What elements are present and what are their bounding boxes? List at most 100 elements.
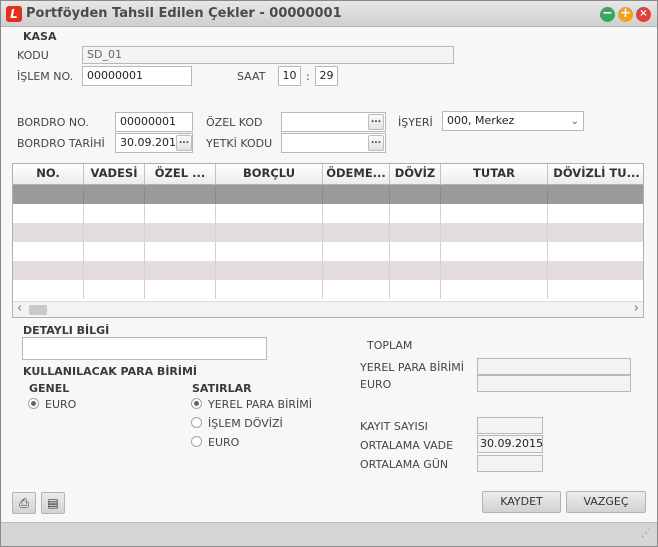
isyeri-select[interactable]: 000, Merkez ⌄: [442, 111, 584, 131]
saat-hour-field[interactable]: 10: [278, 66, 301, 86]
table-cell[interactable]: [145, 204, 216, 223]
table-cell[interactable]: [548, 185, 643, 204]
table-cell[interactable]: [548, 223, 643, 242]
genel-euro-label: EURO: [45, 398, 77, 411]
table-cell[interactable]: [84, 185, 145, 204]
table-cell[interactable]: [323, 261, 390, 280]
table-row[interactable]: [13, 204, 643, 223]
yetki-kodu-lookup-button[interactable]: ...: [368, 135, 384, 151]
table-cell[interactable]: [216, 185, 323, 204]
satirlar-euro-radio[interactable]: [191, 436, 202, 447]
table-cell[interactable]: [323, 280, 390, 299]
table-cell[interactable]: [13, 280, 84, 299]
table-cell[interactable]: [323, 204, 390, 223]
table-cell[interactable]: [145, 261, 216, 280]
isyeri-label: İŞYERİ: [398, 116, 433, 129]
table-cell[interactable]: [390, 204, 441, 223]
table-cell[interactable]: [441, 223, 548, 242]
table-cell[interactable]: [390, 261, 441, 280]
column-header-vadesi[interactable]: VADESİ: [84, 164, 145, 185]
table-cell[interactable]: [216, 242, 323, 261]
close-icon[interactable]: ×: [636, 7, 651, 22]
saat-separator: :: [306, 70, 310, 83]
table-cell[interactable]: [323, 223, 390, 242]
column-header-ozel[interactable]: ÖZEL ...: [145, 164, 216, 185]
maximize-icon[interactable]: +: [618, 7, 633, 22]
islem-no-label: İŞLEM NO.: [17, 70, 74, 83]
yetki-kodu-label: YETKİ KODU: [206, 137, 273, 150]
table-cell[interactable]: [145, 223, 216, 242]
saat-minute-field[interactable]: 29: [315, 66, 338, 86]
islem-no-field[interactable]: 00000001: [82, 66, 192, 86]
scrollbar-thumb[interactable]: [29, 305, 47, 315]
satirlar-islem-radio[interactable]: [191, 417, 202, 428]
kaydet-button[interactable]: KAYDET: [482, 491, 561, 513]
genel-euro-radio[interactable]: [28, 398, 39, 409]
para-birimi-title: KULLANILACAK PARA BİRİMİ: [23, 365, 198, 378]
table-cell[interactable]: [441, 185, 548, 204]
table-cell[interactable]: [13, 204, 84, 223]
scroll-left-icon[interactable]: ‹: [17, 302, 22, 316]
scroll-right-icon[interactable]: ›: [634, 302, 639, 316]
table-cell[interactable]: [390, 280, 441, 299]
bordro-no-field[interactable]: 00000001: [115, 112, 193, 132]
column-header-no[interactable]: NO.: [13, 164, 84, 185]
table-cell[interactable]: [13, 242, 84, 261]
cheques-grid[interactable]: NO. VADESİ ÖZEL ... BORÇLU ÖDEME... DÖVİ…: [12, 163, 644, 318]
table-cell[interactable]: [390, 185, 441, 204]
table-row[interactable]: [13, 280, 643, 299]
table-cell[interactable]: [13, 261, 84, 280]
table-cell[interactable]: [323, 185, 390, 204]
table-cell[interactable]: [323, 242, 390, 261]
table-cell[interactable]: [13, 185, 84, 204]
horizontal-scrollbar[interactable]: ‹ ›: [13, 301, 643, 317]
table-cell[interactable]: [390, 223, 441, 242]
satirlar-yerel-label: YEREL PARA BİRİMİ: [208, 398, 312, 411]
table-row[interactable]: [13, 261, 643, 280]
table-cell[interactable]: [548, 261, 643, 280]
resize-grip-icon[interactable]: ⋰: [641, 528, 651, 539]
table-cell[interactable]: [84, 242, 145, 261]
table-cell[interactable]: [216, 204, 323, 223]
toplam-yerel-field: [477, 358, 631, 375]
detayli-bilgi-field[interactable]: [22, 337, 267, 360]
table-cell[interactable]: [216, 280, 323, 299]
genel-label: GENEL: [29, 382, 70, 395]
table-cell[interactable]: [441, 204, 548, 223]
print-icon[interactable]: ⎙: [12, 492, 36, 514]
column-header-doviz[interactable]: DÖVİZ: [390, 164, 441, 185]
document-icon[interactable]: ▤: [41, 492, 65, 514]
bordro-tarihi-lookup-button[interactable]: ...: [176, 135, 192, 151]
ozel-kod-lookup-button[interactable]: ...: [368, 114, 384, 130]
table-cell[interactable]: [548, 242, 643, 261]
table-cell[interactable]: [84, 204, 145, 223]
table-cell[interactable]: [441, 280, 548, 299]
table-cell[interactable]: [548, 280, 643, 299]
table-cell[interactable]: [145, 280, 216, 299]
table-cell[interactable]: [13, 223, 84, 242]
table-cell[interactable]: [84, 280, 145, 299]
table-cell[interactable]: [84, 223, 145, 242]
column-header-dovizli-tutar[interactable]: DÖVİZLİ TU...: [548, 164, 643, 185]
vazgec-button[interactable]: VAZGEÇ: [566, 491, 646, 513]
table-cell[interactable]: [145, 185, 216, 204]
table-cell[interactable]: [216, 223, 323, 242]
column-header-borclu[interactable]: BORÇLU: [216, 164, 323, 185]
table-cell[interactable]: [548, 204, 643, 223]
table-cell[interactable]: [84, 261, 145, 280]
column-header-tutar[interactable]: TUTAR: [441, 164, 548, 185]
table-cell[interactable]: [216, 261, 323, 280]
table-row[interactable]: [13, 242, 643, 261]
table-row[interactable]: [13, 185, 643, 204]
table-cell[interactable]: [441, 242, 548, 261]
table-cell[interactable]: [441, 261, 548, 280]
toplam-title: TOPLAM: [367, 339, 413, 352]
table-cell[interactable]: [390, 242, 441, 261]
bordro-tarihi-label: BORDRO TARİHİ: [17, 137, 105, 150]
satirlar-yerel-radio[interactable]: [191, 398, 202, 409]
table-cell[interactable]: [145, 242, 216, 261]
minimize-icon[interactable]: −: [600, 7, 615, 22]
app-logo-icon: L: [6, 6, 22, 22]
column-header-odeme[interactable]: ÖDEME...: [323, 164, 390, 185]
table-row[interactable]: [13, 223, 643, 242]
